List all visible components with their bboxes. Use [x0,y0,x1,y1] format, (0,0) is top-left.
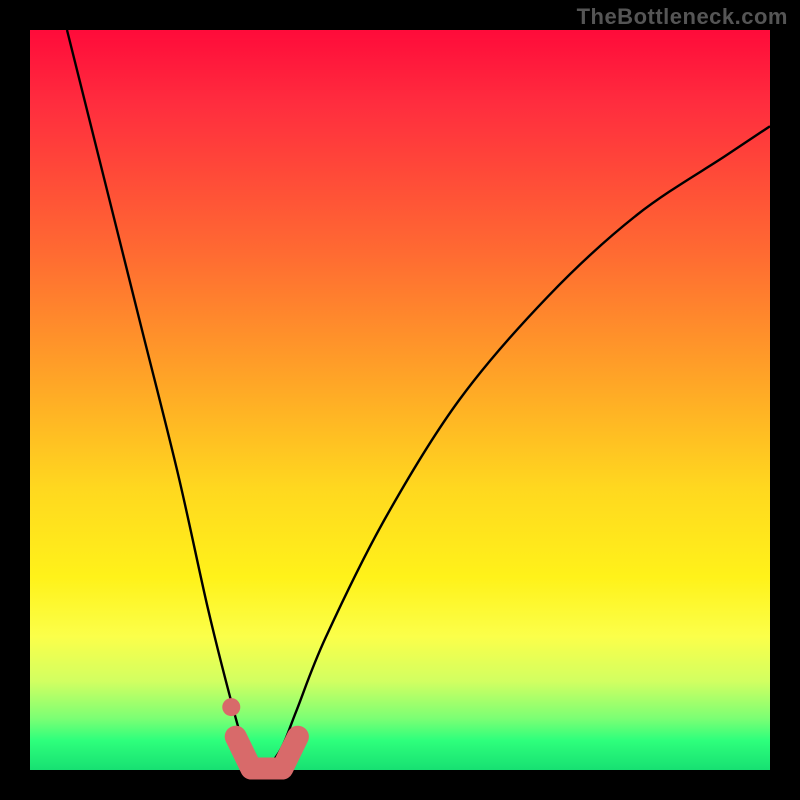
curve-svg [30,30,770,770]
marker-dot [222,698,240,716]
watermark-text: TheBottleneck.com [577,4,788,30]
chart-frame: TheBottleneck.com [0,0,800,800]
bottleneck-curve [67,30,770,769]
plot-area [30,30,770,770]
optimal-range-band [236,737,298,769]
